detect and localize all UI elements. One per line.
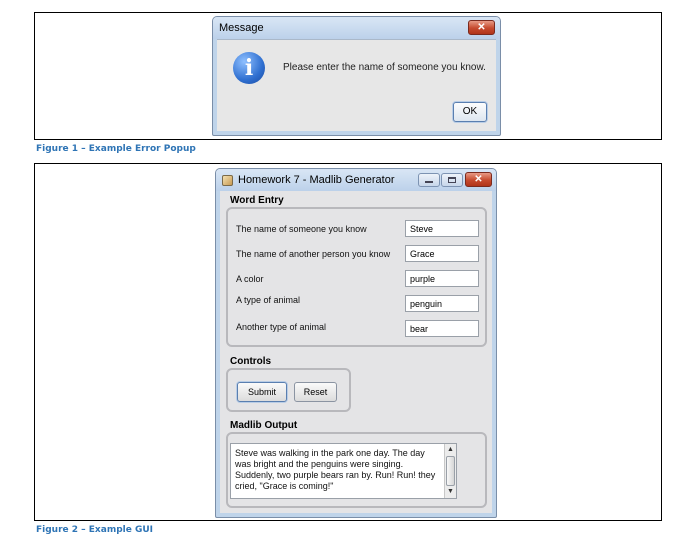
message-dialog-titlebar[interactable]: Message ✕ (213, 17, 500, 39)
figure-1-caption: Figure 1 – Example Error Popup (36, 144, 196, 154)
ok-button[interactable]: OK (453, 102, 487, 122)
message-dialog-body: i Please enter the name of someone you k… (217, 39, 496, 131)
madlib-output-label: Madlib Output (230, 420, 298, 431)
field-label-another-animal: Another type of animal (236, 322, 327, 332)
message-text: Please enter the name of someone you kno… (283, 62, 486, 73)
message-dialog-title: Message (219, 22, 264, 34)
animal-input[interactable] (405, 295, 479, 312)
scroll-thumb[interactable] (446, 456, 455, 486)
scroll-up-icon[interactable]: ▲ (446, 445, 455, 455)
madlib-window-titlebar[interactable]: Homework 7 - Madlib Generator ✕ (216, 169, 496, 191)
maximize-button[interactable] (441, 173, 463, 187)
word-entry-group: The name of someone you know The name of… (226, 207, 487, 347)
madlib-output-textarea[interactable]: Steve was walking in the park one day. T… (230, 443, 457, 499)
scroll-down-icon[interactable]: ▼ (446, 487, 455, 497)
madlib-window-title: Homework 7 - Madlib Generator (238, 174, 395, 186)
minimize-button[interactable] (418, 173, 440, 187)
another-animal-input[interactable] (405, 320, 479, 337)
output-scrollbar[interactable]: ▲ ▼ (444, 444, 456, 498)
someone-name-input[interactable] (405, 220, 479, 237)
field-label-someone: The name of someone you know (236, 224, 367, 234)
reset-button[interactable]: Reset (294, 382, 337, 402)
word-entry-label: Word Entry (230, 195, 284, 206)
another-person-input[interactable] (405, 245, 479, 262)
figure-2-caption: Figure 2 – Example GUI (36, 525, 153, 535)
field-label-another-person: The name of another person you know (236, 249, 391, 259)
message-dialog-close-button[interactable]: ✕ (468, 20, 495, 35)
controls-group: Submit Reset (226, 368, 351, 412)
madlib-window: Homework 7 - Madlib Generator ✕ Word Ent… (215, 168, 497, 518)
field-label-animal: A type of animal (236, 295, 301, 305)
color-input[interactable] (405, 270, 479, 287)
madlib-window-body: Word Entry The name of someone you know … (220, 191, 492, 513)
madlib-window-close-button[interactable]: ✕ (465, 172, 492, 187)
app-icon (222, 175, 233, 186)
minimize-icon (425, 181, 433, 183)
field-label-color: A color (236, 274, 264, 284)
madlib-output-text: Steve was walking in the park one day. T… (235, 448, 436, 491)
maximize-icon (448, 177, 456, 183)
submit-button[interactable]: Submit (237, 382, 287, 402)
message-dialog: Message ✕ i Please enter the name of som… (212, 16, 501, 136)
controls-label: Controls (230, 356, 272, 367)
info-icon: i (233, 52, 265, 84)
